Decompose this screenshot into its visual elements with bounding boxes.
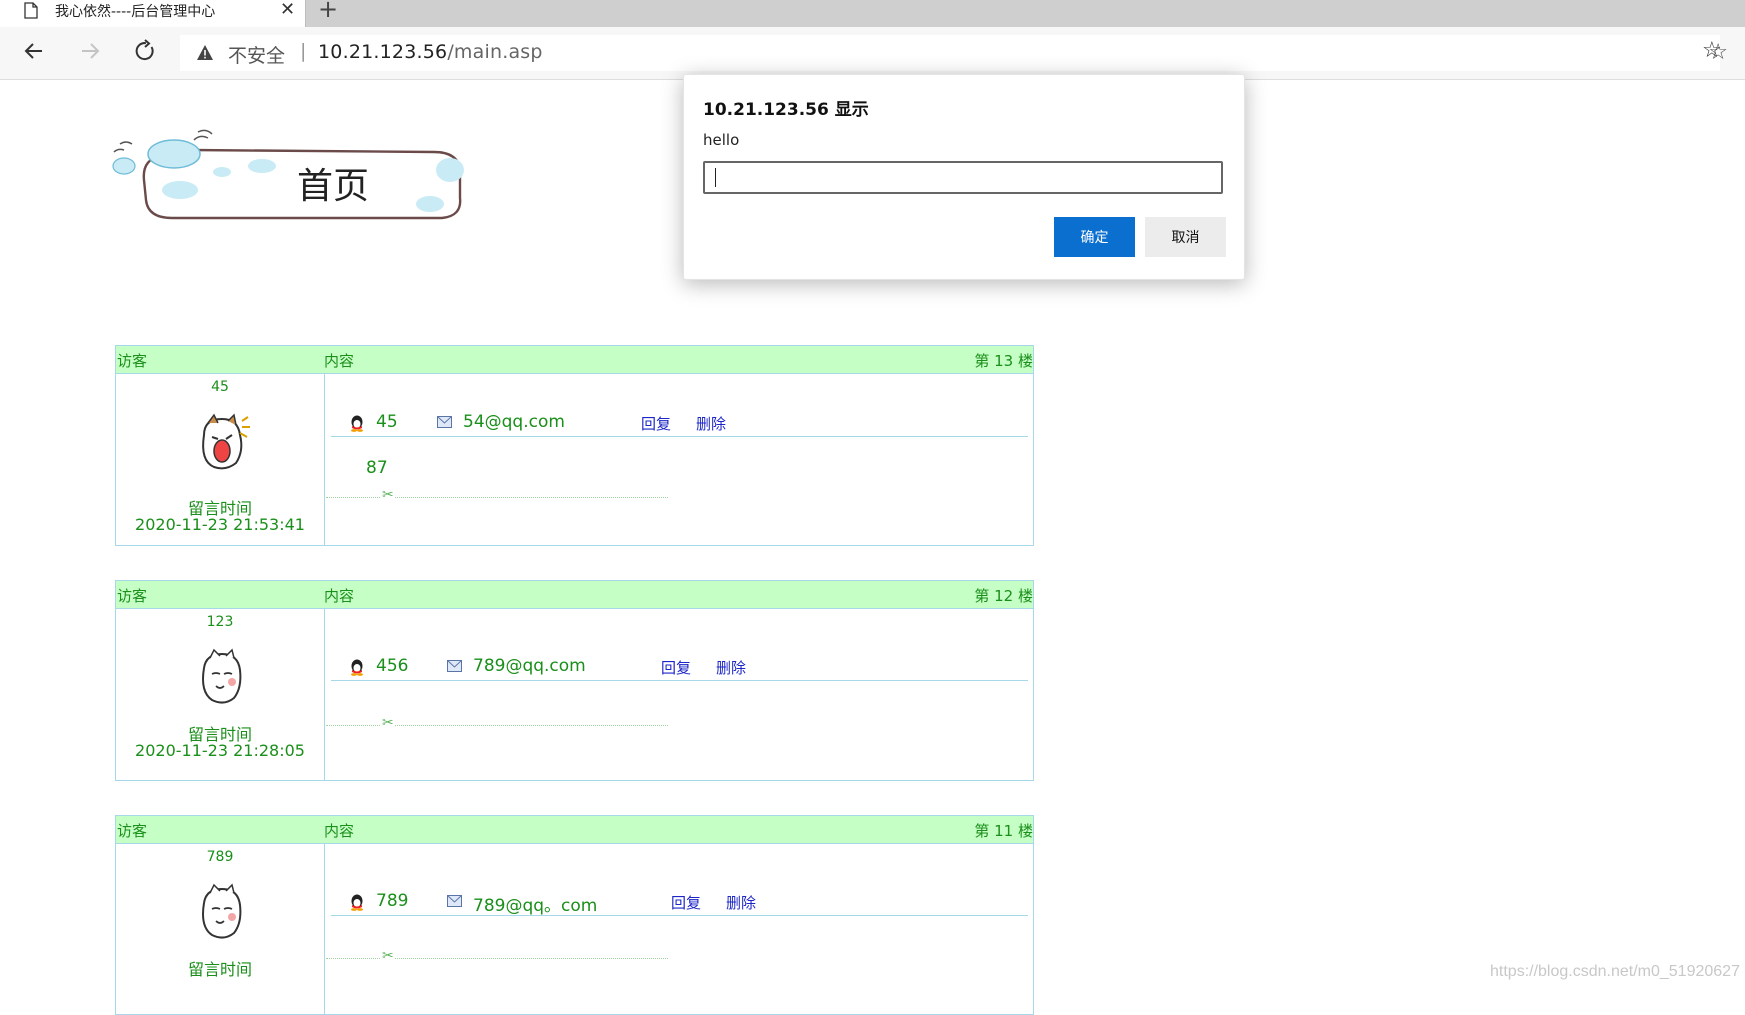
ok-button[interactable]: 确定 <box>1054 217 1135 257</box>
message-header: 访客 内容 第 12 楼 <box>116 581 1033 609</box>
qq-number: 789 <box>376 891 409 911</box>
warning-icon <box>197 45 213 60</box>
post-time: 2020-11-23 21:28:05 <box>135 741 305 760</box>
message-info-row: 45 54@qq.com 回复 删除 <box>331 412 1028 437</box>
url-separator: | <box>300 40 307 62</box>
cut-divider: ✂ <box>326 715 668 731</box>
post-time: 2020-11-23 21:53:41 <box>135 515 305 534</box>
visitor-name: 45 <box>211 379 229 395</box>
visitor-name: 123 <box>206 614 234 630</box>
dialog-message: hello <box>703 131 740 149</box>
mail-icon <box>447 895 462 907</box>
cancel-button[interactable]: 取消 <box>1145 217 1226 257</box>
header-content: 内容 <box>324 352 355 370</box>
browser-toolbar: 不安全 | 10.21.123.56/main.asp ☆ ☆ <box>0 27 1745 80</box>
tab-close-icon[interactable]: ✕ <box>280 0 295 20</box>
mail-icon <box>437 416 452 428</box>
delete-link[interactable]: 删除 <box>696 413 726 434</box>
message-header: 访客 内容 第 13 楼 <box>116 346 1033 374</box>
reply-link[interactable]: 回复 <box>671 892 701 913</box>
back-icon[interactable] <box>22 39 46 63</box>
new-tab-icon[interactable]: + <box>318 0 338 23</box>
header-visitor: 访客 <box>117 587 148 605</box>
message-info-row: 789 789@qq。com 回复 删除 <box>331 891 1028 916</box>
cut-divider: ✂ <box>326 487 668 503</box>
email-address: 789@qq。com <box>473 896 598 916</box>
delete-link[interactable]: 删除 <box>726 892 756 913</box>
visitor-column: 123 留言时间 2020-11-23 21:28:05 <box>116 608 325 780</box>
header-visitor: 访客 <box>117 352 148 370</box>
avatar-icon <box>202 648 242 704</box>
message-card: 访客 内容 第 13 楼 45 留言时间 2020-11-23 21:53:41… <box>115 345 1034 546</box>
browser-tab[interactable]: 我心依然----后台管理中心 ✕ <box>0 0 306 27</box>
qq-icon <box>351 894 363 911</box>
email-address: 54@qq.com <box>463 412 565 432</box>
email-address: 789@qq.com <box>473 656 586 676</box>
url-text: 10.21.123.56/main.asp <box>318 41 543 63</box>
scissors-icon: ✂ <box>381 487 395 503</box>
refresh-icon[interactable] <box>133 39 157 63</box>
floor-number: 第 13 楼 <box>974 352 1033 370</box>
floor-number: 第 11 楼 <box>974 822 1033 840</box>
qq-number: 45 <box>376 412 398 432</box>
qq-icon <box>351 415 363 432</box>
visitor-column: 45 留言时间 2020-11-23 21:53:41 <box>116 373 325 545</box>
address-bar[interactable]: 不安全 | 10.21.123.56/main.asp ☆ <box>180 35 1728 71</box>
header-visitor: 访客 <box>117 822 148 840</box>
message-info-row: 456 789@qq.com 回复 删除 <box>331 656 1028 681</box>
tab-title: 我心依然----后台管理中心 <box>55 4 216 20</box>
floor-number: 第 12 楼 <box>974 587 1033 605</box>
mail-icon <box>447 660 462 672</box>
url-path: /main.asp <box>447 41 543 63</box>
tab-strip: 我心依然----后台管理中心 ✕ + <box>0 0 1745 27</box>
reply-link[interactable]: 回复 <box>641 413 671 434</box>
qq-icon <box>351 659 363 676</box>
message-body: 87 <box>366 458 388 478</box>
time-label: 留言时间 <box>187 960 252 979</box>
visitor-column: 789 留言时间 <box>116 843 325 1014</box>
favorites-list-icon[interactable]: ☆ <box>1702 38 1722 63</box>
cut-divider: ✂ <box>326 948 668 964</box>
dialog-title: 10.21.123.56 显示 <box>703 100 869 120</box>
forward-icon[interactable] <box>78 39 102 63</box>
prompt-dialog: 10.21.123.56 显示 hello 确定 取消 <box>683 74 1245 280</box>
page-icon <box>24 2 38 19</box>
banner-text: 首页 <box>297 166 369 207</box>
avatar-icon <box>202 883 242 939</box>
message-card: 访客 内容 第 11 楼 789 留言时间 789 789@qq。com 回复 <box>115 815 1034 1015</box>
url-host: 10.21.123.56 <box>318 41 448 63</box>
message-header: 访客 内容 第 11 楼 <box>116 816 1033 844</box>
home-banner: 首页 <box>112 129 464 220</box>
scissors-icon: ✂ <box>381 948 395 964</box>
reply-link[interactable]: 回复 <box>661 657 691 678</box>
qq-number: 456 <box>376 656 409 676</box>
prompt-input[interactable] <box>703 161 1223 194</box>
text-caret <box>715 168 716 187</box>
message-card: 访客 内容 第 12 楼 123 留言时间 2020-11-23 21:28:0… <box>115 580 1034 781</box>
delete-link[interactable]: 删除 <box>716 657 746 678</box>
scissors-icon: ✂ <box>381 715 395 731</box>
visitor-name: 789 <box>206 849 234 865</box>
header-content: 内容 <box>324 587 355 605</box>
watermark: https://blog.csdn.net/m0_51920627 <box>1490 963 1740 980</box>
avatar-icon <box>202 413 250 470</box>
header-content: 内容 <box>324 822 355 840</box>
insecure-label: 不安全 <box>228 45 286 67</box>
